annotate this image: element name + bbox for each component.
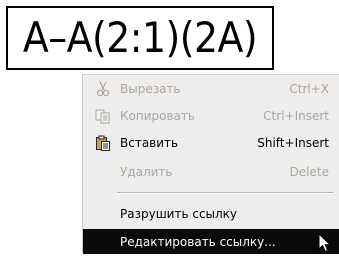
menu-item-edit-link[interactable]: Редактировать ссылку... xyxy=(83,229,339,254)
scissors-icon xyxy=(93,81,113,97)
menu-item-paste[interactable]: Вставить Shift+Insert xyxy=(83,131,339,155)
menu-item-label: Разрушить ссылку xyxy=(120,207,238,221)
menu-item-label: Копировать xyxy=(120,109,195,123)
context-menu: Вырезать Ctrl+X Копировать Ctrl+Insert В… xyxy=(82,74,339,254)
menu-item-label: Вставить xyxy=(120,136,179,150)
menu-item-label: Редактировать ссылку... xyxy=(120,234,276,249)
menu-item-break-link[interactable]: Разрушить ссылку xyxy=(83,202,339,226)
menu-item-copy[interactable]: Копировать Ctrl+Insert xyxy=(83,104,339,128)
menu-item-shortcut: Delete xyxy=(289,165,329,179)
menu-item-label: Удалить xyxy=(120,165,173,179)
menu-separator xyxy=(117,192,333,194)
menu-item-delete[interactable]: Удалить Delete xyxy=(83,160,339,184)
menu-item-cut[interactable]: Вырезать Ctrl+X xyxy=(83,77,339,101)
copy-icon xyxy=(93,108,113,124)
menu-item-shortcut: Shift+Insert xyxy=(257,136,329,150)
menu-item-shortcut: Ctrl+Insert xyxy=(263,109,329,123)
designation-label[interactable]: A–A(2:1)(2A) xyxy=(6,6,274,70)
menu-item-shortcut: Ctrl+X xyxy=(289,82,329,96)
paste-icon xyxy=(93,135,113,151)
menu-item-label: Вырезать xyxy=(120,82,181,96)
designation-text: A–A(2:1)(2A) xyxy=(22,13,258,62)
